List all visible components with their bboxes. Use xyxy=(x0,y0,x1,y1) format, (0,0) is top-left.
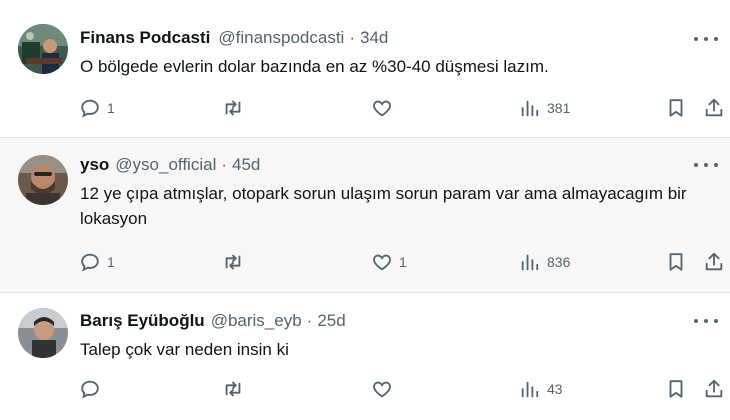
views-button[interactable]: 836 xyxy=(519,249,570,275)
bookmark-icon xyxy=(665,378,687,400)
retweet-icon xyxy=(222,251,244,273)
view-count: 381 xyxy=(547,100,571,116)
author-name[interactable]: Finans Podcasti xyxy=(80,28,210,48)
reply-count: 1 xyxy=(107,254,115,270)
tweet-1[interactable]: Finans Podcasti @finanspodcasti · 34d O … xyxy=(0,0,730,138)
more-dots-icon[interactable] xyxy=(694,314,718,328)
bookmark-button[interactable] xyxy=(665,376,687,402)
share-button[interactable] xyxy=(703,376,725,402)
heart-icon xyxy=(371,251,393,273)
reply-icon xyxy=(79,97,101,119)
separator: · xyxy=(306,311,313,330)
tweet-2[interactable]: yso @yso_official · 45d 12 ye çıpa atmış… xyxy=(0,138,730,293)
action-bar: 1 1 836 xyxy=(0,249,730,275)
like-button[interactable]: 1 xyxy=(371,249,407,275)
reply-count: 1 xyxy=(107,100,115,116)
reply-icon xyxy=(79,251,101,273)
author-handle[interactable]: @baris_eyb xyxy=(211,311,302,331)
avatar[interactable] xyxy=(18,308,68,358)
share-button[interactable] xyxy=(703,95,725,121)
avatar[interactable] xyxy=(18,24,68,74)
reply-button[interactable]: 1 xyxy=(79,249,115,275)
author-handle[interactable]: @yso_official xyxy=(115,155,216,175)
views-chart-icon xyxy=(519,378,541,400)
share-icon xyxy=(703,97,725,119)
separator: · xyxy=(349,28,355,47)
retweet-button[interactable] xyxy=(222,95,250,121)
separator: · xyxy=(221,155,228,174)
tweet-text: 12 ye çıpa atmışlar, otopark sorun ulaşı… xyxy=(80,184,687,228)
author-handle[interactable]: @finanspodcasti xyxy=(218,28,344,48)
view-count: 836 xyxy=(547,254,571,270)
share-icon xyxy=(703,378,725,400)
reply-icon xyxy=(79,378,101,400)
bookmark-button[interactable] xyxy=(665,249,687,275)
reply-button[interactable] xyxy=(79,376,107,402)
bookmark-icon xyxy=(665,97,687,119)
share-button[interactable] xyxy=(703,249,725,275)
heart-icon xyxy=(371,378,393,400)
like-count: 1 xyxy=(399,254,407,270)
more-dots-icon[interactable] xyxy=(694,32,718,46)
retweet-icon xyxy=(222,378,244,400)
bookmark-button[interactable] xyxy=(665,95,687,121)
views-button[interactable]: 381 xyxy=(519,95,570,121)
retweet-icon xyxy=(222,97,244,119)
heart-icon xyxy=(371,97,393,119)
bookmark-icon xyxy=(665,251,687,273)
like-button[interactable] xyxy=(371,376,399,402)
reply-button[interactable]: 1 xyxy=(79,95,115,121)
tweet-header: Barış Eyüboğlu @baris_eyb · 25d xyxy=(80,310,346,332)
views-chart-icon xyxy=(519,97,541,119)
retweet-button[interactable] xyxy=(222,249,250,275)
action-bar: 1 381 xyxy=(0,95,730,121)
tweet-text: O bölgede evlerin dolar bazında en az %3… xyxy=(80,57,549,76)
like-button[interactable] xyxy=(371,95,399,121)
author-name[interactable]: yso xyxy=(80,155,109,175)
action-bar: 43 xyxy=(0,376,730,402)
tweet-text: Talep çok var neden insin ki xyxy=(80,340,289,359)
tweet-3[interactable]: Barış Eyüboğlu @baris_eyb · 25d Talep ço… xyxy=(0,293,730,420)
views-button[interactable]: 43 xyxy=(519,376,563,402)
retweet-button[interactable] xyxy=(222,376,250,402)
timestamp[interactable]: 34d xyxy=(360,28,388,48)
author-name[interactable]: Barış Eyüboğlu xyxy=(80,311,205,331)
view-count: 43 xyxy=(547,381,563,397)
tweet-header: Finans Podcasti @finanspodcasti · 34d xyxy=(80,27,388,49)
timestamp[interactable]: 45d xyxy=(232,155,260,175)
tweet-header: yso @yso_official · 45d xyxy=(80,154,260,176)
views-chart-icon xyxy=(519,251,541,273)
avatar[interactable] xyxy=(18,155,68,205)
timestamp[interactable]: 25d xyxy=(317,311,345,331)
more-dots-icon[interactable] xyxy=(694,158,718,172)
share-icon xyxy=(703,251,725,273)
